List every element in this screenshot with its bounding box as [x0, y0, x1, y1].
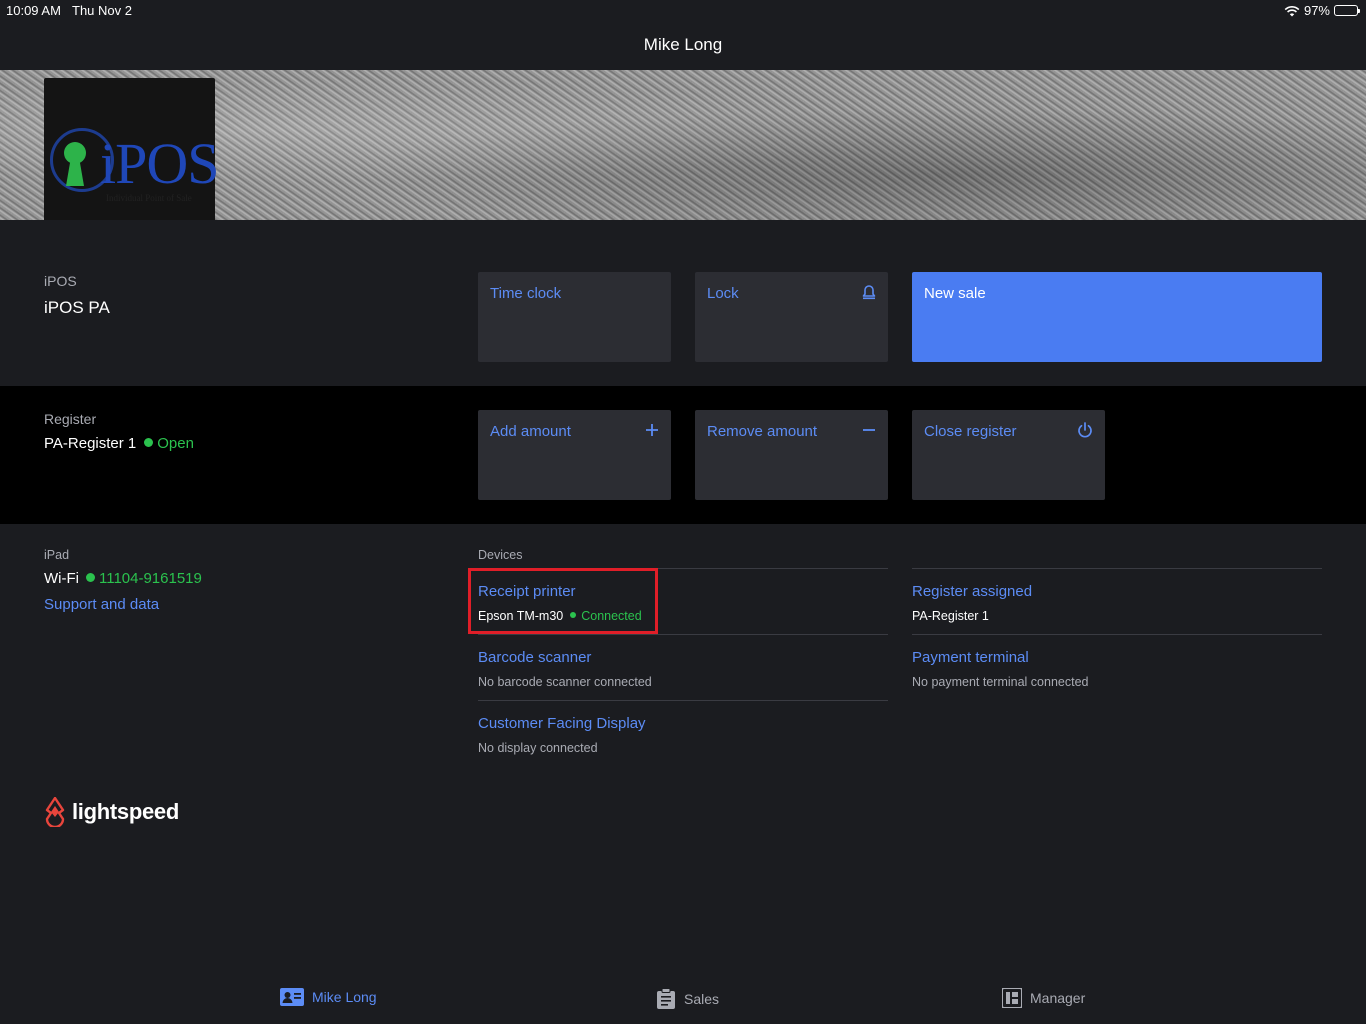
store-label: iPOS — [44, 273, 77, 289]
manager-icon — [1002, 988, 1022, 1008]
tab-label: Mike Long — [312, 989, 377, 1005]
time-clock-label: Time clock — [490, 285, 562, 302]
ipad-label: iPad — [44, 548, 70, 562]
receipt-printer-highlight — [468, 568, 658, 634]
barcode-scanner-item[interactable]: Barcode scanner No barcode scanner conne… — [478, 634, 888, 700]
register-label: Register — [44, 411, 97, 427]
close-register-label: Close register — [924, 423, 1017, 440]
page-title: Mike Long — [643, 35, 723, 54]
tab-label: Manager — [1030, 990, 1086, 1006]
clipboard-icon — [657, 988, 675, 1009]
remove-amount-button[interactable]: Remove amount — [695, 410, 888, 500]
brand-name: lightspeed — [72, 799, 180, 824]
logo-subtitle: Individual Point of Sale — [106, 193, 192, 203]
store-name: iPOS PA — [44, 298, 110, 317]
payment-terminal-status: No payment terminal connected — [912, 675, 1089, 689]
wifi-icon — [1284, 5, 1300, 16]
open-status-dot — [144, 438, 154, 447]
register-name: PA-Register 1 — [44, 435, 137, 452]
tab-manager[interactable]: Manager — [1002, 988, 1085, 1008]
new-sale-button[interactable]: New sale — [912, 272, 1322, 362]
store-section: iPOS iPOS PA Time clock Lock New sale — [0, 220, 1366, 386]
tab-sales[interactable]: Sales — [656, 988, 719, 1010]
lightspeed-brand: lightspeed — [44, 797, 179, 827]
devices-section: iPad Wi-Fi 11104-9161519 Support and data… — [0, 524, 1366, 974]
plus-icon — [645, 422, 659, 440]
register-section: Register PA-Register 1 Open Add amount Re… — [0, 386, 1366, 524]
minus-icon — [862, 422, 876, 440]
add-amount-label: Add amount — [490, 423, 571, 440]
status-time: 10:09 AM — [6, 3, 61, 18]
lock-icon — [862, 284, 876, 303]
wifi-status-dot — [85, 573, 95, 582]
remove-amount-label: Remove amount — [707, 423, 818, 440]
new-sale-label: New sale — [924, 285, 986, 302]
customer-display-status: No display connected — [478, 741, 598, 755]
lock-label: Lock — [707, 285, 739, 302]
add-amount-button[interactable]: Add amount — [478, 410, 671, 500]
power-icon — [1077, 422, 1093, 441]
status-date: Thu Nov 2 — [72, 3, 132, 18]
wifi-status-line: Wi-Fi 11104-9161519 — [44, 570, 202, 587]
customer-display-item[interactable]: Customer Facing Display No display conne… — [478, 700, 888, 766]
tab-bar: Mike Long Sales Manager — [0, 974, 1366, 1024]
tab-mike-long[interactable]: Mike Long — [280, 988, 377, 1006]
lock-button[interactable]: Lock — [695, 272, 888, 362]
register-assigned-value: PA-Register 1 — [912, 609, 989, 623]
support-and-data-link[interactable]: Support and data — [44, 596, 159, 613]
lightspeed-flame-icon — [45, 797, 65, 827]
register-status: Open — [157, 435, 194, 452]
register-assigned-item[interactable]: Register assigned PA-Register 1 — [912, 568, 1322, 634]
time-clock-button[interactable]: Time clock — [478, 272, 671, 362]
payment-terminal-title: Payment terminal — [912, 649, 1029, 666]
status-bar: 10:09 AM Thu Nov 2 97% — [0, 0, 1366, 22]
status-indicators: 97% — [1284, 3, 1360, 18]
barcode-scanner-status: No barcode scanner connected — [478, 675, 652, 689]
payment-terminal-item[interactable]: Payment terminal No payment terminal con… — [912, 634, 1322, 700]
wifi-network-name: 11104-9161519 — [98, 570, 202, 587]
logo-text: iPOS — [100, 131, 220, 196]
tab-label: Sales — [684, 991, 720, 1007]
register-assigned-title: Register assigned — [912, 583, 1033, 600]
nav-bar: Mike Long — [0, 22, 1366, 70]
barcode-scanner-title: Barcode scanner — [478, 649, 592, 666]
close-register-button[interactable]: Close register — [912, 410, 1105, 500]
battery-percent: 97% — [1303, 3, 1330, 18]
battery-icon — [1334, 5, 1360, 16]
wifi-label: Wi-Fi — [44, 570, 79, 587]
register-status-line: PA-Register 1 Open — [44, 435, 194, 452]
devices-label: Devices — [478, 548, 523, 562]
profile-card-icon — [280, 988, 304, 1006]
customer-display-title: Customer Facing Display — [478, 715, 646, 732]
